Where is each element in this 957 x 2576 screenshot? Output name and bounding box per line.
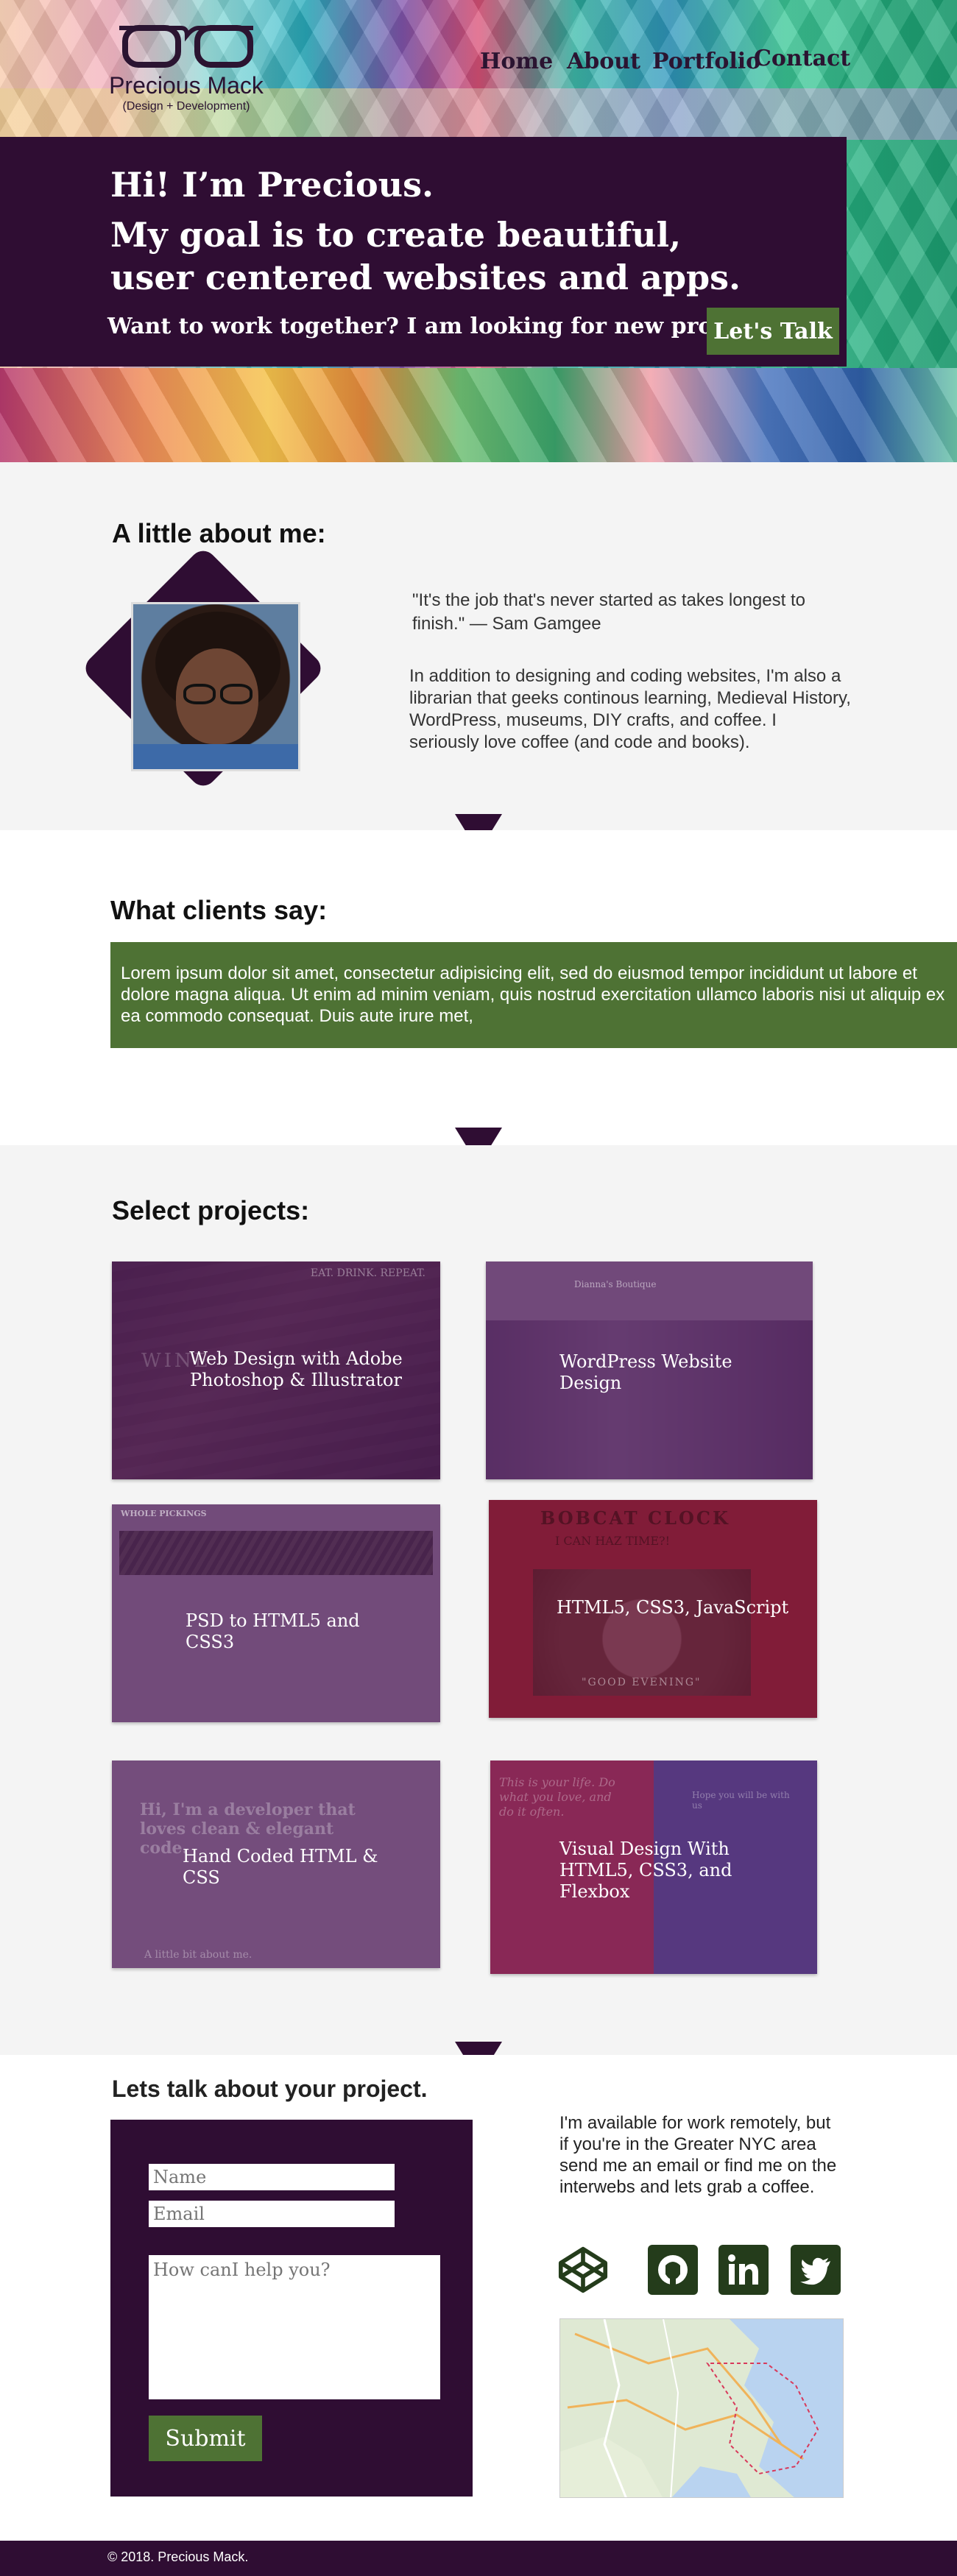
clients-title: What clients say: (110, 895, 328, 925)
about-bio: In addition to designing and coding webs… (409, 666, 851, 752)
message-field[interactable] (149, 2255, 440, 2399)
lets-talk-button[interactable]: Let's Talk (707, 308, 839, 355)
project-label: Web Design with Adobe Photoshop & Illust… (189, 1348, 403, 1390)
codepen-icon[interactable] (558, 2245, 608, 2295)
project-label: WordPress Website Design (559, 1351, 732, 1393)
project-label: PSD to HTML5 and CSS3 (186, 1610, 360, 1652)
availability-text: I'm available for work remotely, but if … (559, 2113, 837, 2197)
copyright-text: © 2018. Precious Mack. (107, 2550, 249, 2564)
glasses-logo-icon (119, 25, 253, 68)
project-screenshot-caption: "GOOD EVENING" (582, 1677, 702, 1688)
testimonial-card: Lorem ipsum dolor sit amet, consectetur … (110, 942, 957, 1048)
project-screenshot-caption: EAT. DRINK. REPEAT. (310, 1267, 425, 1279)
hero-pattern-bottom (0, 368, 957, 462)
project-screenshot-caption: WHOLE PICKINGS (121, 1509, 207, 1518)
email-field[interactable] (149, 2201, 395, 2227)
hero-headline: My goal is to create beautiful, user cen… (110, 215, 741, 297)
project-label: Hand Coded HTML & CSS (183, 1846, 378, 1888)
name-field[interactable] (149, 2164, 395, 2190)
twitter-icon[interactable] (791, 2245, 841, 2295)
github-icon[interactable] (648, 2245, 698, 2295)
projects-title: Select projects: (112, 1195, 310, 1225)
avatar (131, 602, 300, 771)
linkedin-icon[interactable] (718, 2245, 769, 2295)
submit-button[interactable]: Submit (149, 2416, 262, 2461)
project-screenshot-caption: I CAN HAZ TIME?! (555, 1534, 671, 1548)
contact-title: Lets talk about your project. (112, 2076, 428, 2102)
hero-greeting: Hi! I’m Precious. (110, 165, 434, 205)
project-label: HTML5, CSS3, JavaScript (557, 1597, 789, 1618)
project-screenshot-caption: A little bit about me. (144, 1949, 253, 1961)
project-screenshot-caption: BOBCAT CLOCK (540, 1507, 730, 1529)
about-quote: "It's the job that's never started as ta… (412, 590, 805, 634)
project-card-psd-html[interactable]: WHOLE PICKINGS PSD to HTML5 and CSS3 (112, 1504, 440, 1722)
nav-contact[interactable]: Contact (754, 46, 850, 71)
project-card-flexbox[interactable]: This is your life. Do what you love, and… (490, 1761, 817, 1974)
logo-tagline: (Design + Development) (122, 100, 250, 113)
project-screenshot-caption: Dianna's Boutique (574, 1279, 657, 1289)
project-screenshot-caption: Hope you will be with us (692, 1790, 790, 1811)
location-map[interactable] (559, 2318, 844, 2498)
project-screenshot-caption: This is your life. Do what you love, and… (499, 1775, 615, 1819)
project-label: Visual Design With HTML5, CSS3, and Flex… (559, 1839, 732, 1902)
about-title: A little about me: (112, 518, 326, 548)
project-card-web-design[interactable]: EAT. DRINK. REPEAT. WINE Web Design with… (112, 1262, 440, 1479)
nav-about[interactable]: About (567, 49, 640, 74)
project-card-javascript[interactable]: BOBCAT CLOCK I CAN HAZ TIME?! "GOOD EVEN… (489, 1500, 817, 1718)
project-card-wordpress[interactable]: Dianna's Boutique WordPress Website Desi… (486, 1262, 813, 1479)
nav-home[interactable]: Home (480, 49, 553, 74)
logo[interactable]: Precious Mack (Design + Development) (102, 21, 271, 116)
nav-portfolio[interactable]: Portfolio (652, 49, 760, 74)
project-card-hand-coded[interactable]: Hi, I'm a developer that loves clean & e… (112, 1761, 440, 1968)
logo-brand-name: Precious Mack (109, 72, 264, 99)
hero-subline: Want to work together? I am looking for … (107, 314, 779, 339)
